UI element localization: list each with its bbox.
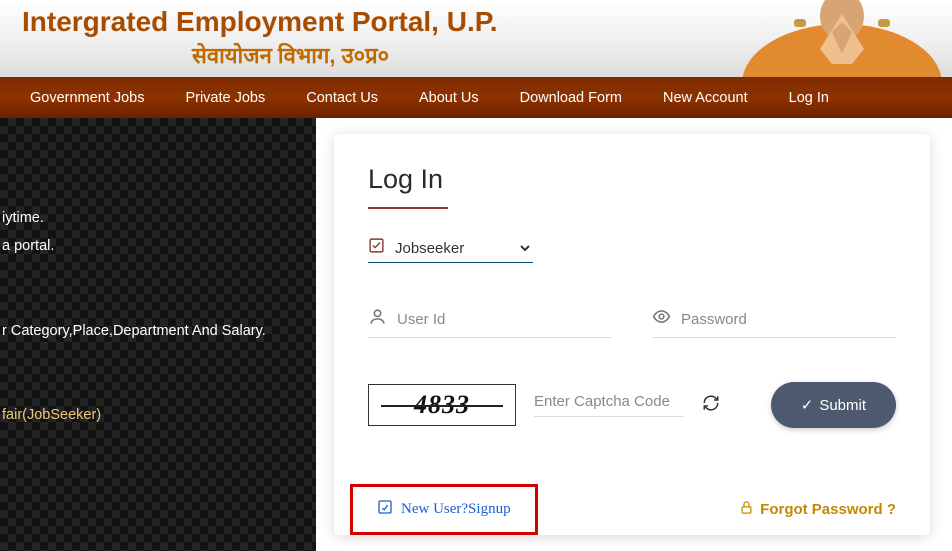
body-area: iytime. a portal. r Category,Place,Depar… xyxy=(0,118,952,551)
lock-icon xyxy=(739,500,754,519)
role-select[interactable]: Jobseeker xyxy=(391,239,533,258)
nav-government-jobs[interactable]: Government Jobs xyxy=(10,78,164,118)
captcha-image: 4833 xyxy=(368,384,516,426)
password-group[interactable] xyxy=(652,307,896,338)
site-header: Intergrated Employment Portal, U.P. सेवा… xyxy=(0,0,952,77)
info-line-1: iytime. xyxy=(2,208,306,228)
role-row: Jobseeker xyxy=(368,237,896,263)
hero-image xyxy=(732,0,952,77)
nav-private-jobs[interactable]: Private Jobs xyxy=(165,78,285,118)
checkbox-icon xyxy=(368,237,391,259)
login-card: Log In Jobseeker xyxy=(334,134,930,535)
password-input[interactable] xyxy=(681,311,896,328)
edit-icon xyxy=(377,499,393,520)
signup-highlight: New User?Signup xyxy=(350,484,538,535)
login-title: Log In xyxy=(368,164,443,209)
submit-button[interactable]: ✓ Submit xyxy=(771,382,896,428)
info-line-2: a portal. xyxy=(2,236,306,256)
eye-icon xyxy=(652,307,671,331)
nav-download-form[interactable]: Download Form xyxy=(500,78,642,118)
nav-log-in[interactable]: Log In xyxy=(769,78,849,118)
main-nav: Government Jobs Private Jobs Contact Us … xyxy=(0,77,952,118)
info-line-3: r Category,Place,Department And Salary. xyxy=(2,321,306,341)
refresh-icon[interactable] xyxy=(702,394,720,417)
submit-label: Submit xyxy=(819,397,866,414)
role-select-wrap[interactable]: Jobseeker xyxy=(368,237,533,263)
left-info-panel: iytime. a portal. r Category,Place,Depar… xyxy=(0,118,316,551)
userid-group[interactable] xyxy=(368,307,612,338)
check-icon: ✓ xyxy=(801,396,814,414)
captcha-row: 4833 ✓ Submit xyxy=(368,382,896,428)
userid-input[interactable] xyxy=(397,311,612,328)
credentials-row xyxy=(368,307,896,338)
nav-contact-us[interactable]: Contact Us xyxy=(286,78,398,118)
forgot-label: Forgot Password ? xyxy=(760,501,896,518)
signup-link[interactable]: New User?Signup xyxy=(401,501,511,518)
nav-new-account[interactable]: New Account xyxy=(643,78,768,118)
jobseeker-fair-link[interactable]: fair(JobSeeker) xyxy=(2,405,306,425)
user-icon xyxy=(368,307,387,331)
forgot-password-link[interactable]: Forgot Password ? xyxy=(739,500,896,519)
nav-about-us[interactable]: About Us xyxy=(399,78,499,118)
captcha-input[interactable] xyxy=(534,393,684,417)
footer-row: New User?Signup Forgot Password ? xyxy=(368,484,896,535)
